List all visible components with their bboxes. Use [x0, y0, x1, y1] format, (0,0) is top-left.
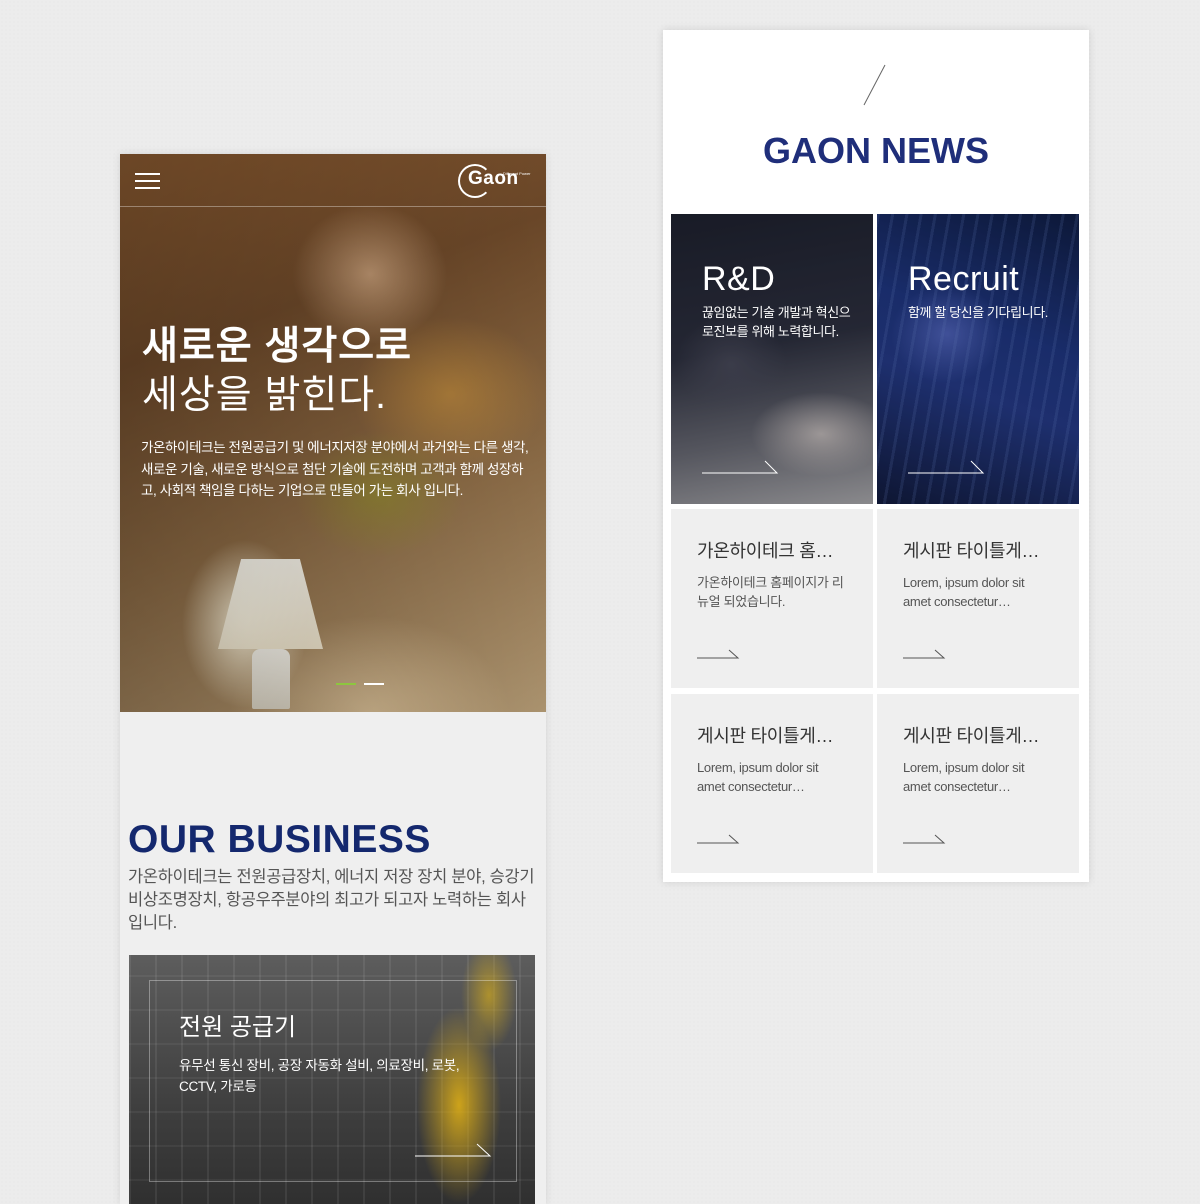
recruit-tile[interactable]: Recruit 함께 할 당신을 기다립니다. [877, 214, 1079, 504]
hamburger-menu-icon[interactable] [135, 173, 160, 190]
news-post-title: 게시판 타이틀게… [697, 726, 834, 746]
hero-banner: Gaon Different Power 새로운 생각으로 세상을 밝힌다. 가… [120, 154, 546, 712]
slider-dot-2[interactable] [364, 683, 384, 685]
arrow-right-icon[interactable] [903, 834, 946, 844]
rd-tile[interactable]: R&D 끊임없는 기술 개발과 혁신으로진보를 위해 노력합니다. [671, 214, 873, 504]
news-post-title: 가온하이테크 홈… [697, 541, 834, 561]
news-post-excerpt: 가온하이테크 홈페이지가 리뉴얼 되었습니다. [697, 575, 844, 609]
business-card-title: 전원 공급기 [179, 1014, 297, 1041]
recruit-tile-description: 함께 할 당신을 기다립니다. [908, 305, 1049, 320]
news-post-card[interactable]: 게시판 타이틀게… Lorem, ipsum dolor sit amet co… [877, 694, 1079, 873]
news-post-card[interactable]: 게시판 타이틀게… Lorem, ipsum dolor sit amet co… [671, 694, 873, 873]
business-section-description: 가온하이테크는 전원공급장치, 에너지 저장 장치 분야, 승강기 비상조명장치… [128, 868, 535, 932]
top-navigation-bar: Gaon Different Power [120, 154, 546, 207]
arrow-right-icon[interactable] [702, 460, 779, 474]
hero-description: 가온하이테크는 전원공급기 및 에너지저장 분야에서 과거와는 다른 생각, 새… [141, 440, 529, 498]
arrow-right-icon[interactable] [697, 649, 740, 659]
rd-tile-title: R&D [702, 260, 776, 298]
rd-tile-description: 끊임없는 기술 개발과 혁신으로진보를 위해 노력합니다. [702, 305, 851, 339]
mobile-mockup-main: Gaon Different Power 새로운 생각으로 세상을 밝힌다. 가… [120, 154, 546, 1204]
business-card-description: 유무선 통신 장비, 공장 자동화 설비, 의료장비, 로봇, CCTV, 가로… [179, 1058, 460, 1094]
recruit-tile-title: Recruit [908, 260, 1020, 298]
arrow-right-icon[interactable] [908, 460, 985, 474]
news-section-title: GAON NEWS [762, 130, 989, 171]
news-post-card[interactable]: 가온하이테크 홈… 가온하이테크 홈페이지가 리뉴얼 되었습니다. [671, 509, 873, 688]
gaon-logo[interactable]: Gaon Different Power [458, 162, 531, 198]
arrow-right-icon[interactable] [415, 1143, 492, 1157]
news-post-excerpt: Lorem, ipsum dolor sit amet consectetur… [903, 575, 1025, 609]
hero-title-line2: 세상을 밝힌다. [142, 374, 387, 417]
arrow-right-icon[interactable] [903, 649, 946, 659]
news-post-excerpt: Lorem, ipsum dolor sit amet consectetur… [903, 760, 1025, 794]
news-post-excerpt: Lorem, ipsum dolor sit amet consectetur… [697, 760, 819, 794]
news-post-title: 게시판 타이틀게… [903, 541, 1040, 561]
news-post-title: 게시판 타이틀게… [903, 726, 1040, 746]
slash-divider-icon [861, 63, 889, 107]
business-section-title: OUR BUSINESS [128, 818, 431, 861]
mobile-mockup-news: GAON NEWS R&D 끊임없는 기술 개발과 혁신으로진보를 위해 노력합… [663, 30, 1089, 882]
hero-title-line1: 새로운 생각으로 [142, 325, 412, 368]
arrow-right-icon[interactable] [697, 834, 740, 844]
slider-pagination [336, 672, 392, 690]
business-card-power-supply[interactable]: 전원 공급기 유무선 통신 장비, 공장 자동화 설비, 의료장비, 로봇, C… [129, 955, 535, 1204]
hero-headline: 새로운 생각으로 세상을 밝힌다. [142, 322, 412, 420]
news-post-card[interactable]: 게시판 타이틀게… Lorem, ipsum dolor sit amet co… [877, 509, 1079, 688]
slider-dot-1[interactable] [336, 683, 356, 685]
